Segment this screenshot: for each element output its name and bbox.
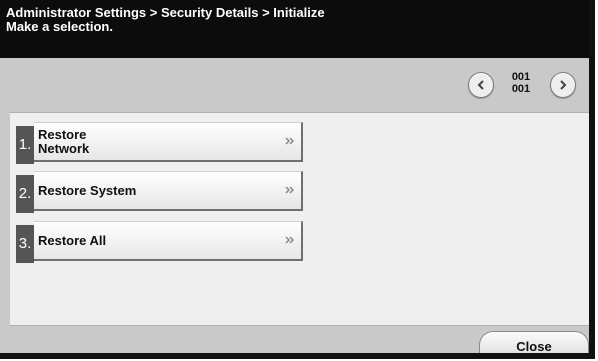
restore-system-button[interactable]: Restore System (34, 171, 303, 211)
menu-item-number: 1. (16, 126, 34, 164)
pager: 001 001 (467, 70, 582, 106)
page-indicator: 001 001 (505, 71, 537, 95)
menu-item-label: Restore Network (38, 128, 89, 156)
menu-item-restore-network: 1. Restore Network (16, 122, 305, 164)
double-chevron-right-icon (285, 236, 295, 244)
double-chevron-right-icon (285, 186, 295, 194)
menu-item-label: Restore All (38, 233, 107, 248)
initialize-screen: Administrator Settings > Security Detail… (0, 0, 595, 359)
current-page: 001 (511, 71, 531, 83)
menu-item-label-line2: Network (38, 141, 90, 156)
menu-item-label-line1: Restore (38, 127, 87, 142)
next-page-button[interactable] (550, 72, 576, 98)
total-pages: 001 (511, 83, 531, 95)
instruction-text: Make a selection. (6, 19, 113, 34)
restore-network-button[interactable]: Restore Network (34, 122, 303, 162)
menu-item-number: 3. (16, 225, 34, 263)
menu-item-restore-system: 2. Restore System (16, 171, 305, 213)
menu-item-label: Restore System (38, 183, 137, 198)
breadcrumb: Administrator Settings > Security Detail… (6, 5, 325, 20)
chevron-right-icon (560, 80, 567, 90)
previous-page-button[interactable] (468, 72, 494, 98)
double-chevron-right-icon (285, 137, 295, 145)
menu-item-number: 2. (16, 175, 34, 213)
menu-item-restore-all: 3. Restore All (16, 221, 305, 263)
chevron-left-icon (477, 80, 484, 90)
close-button[interactable]: Close (479, 331, 589, 353)
restore-all-button[interactable]: Restore All (34, 221, 303, 261)
header-bar: Administrator Settings > Security Detail… (0, 0, 589, 58)
